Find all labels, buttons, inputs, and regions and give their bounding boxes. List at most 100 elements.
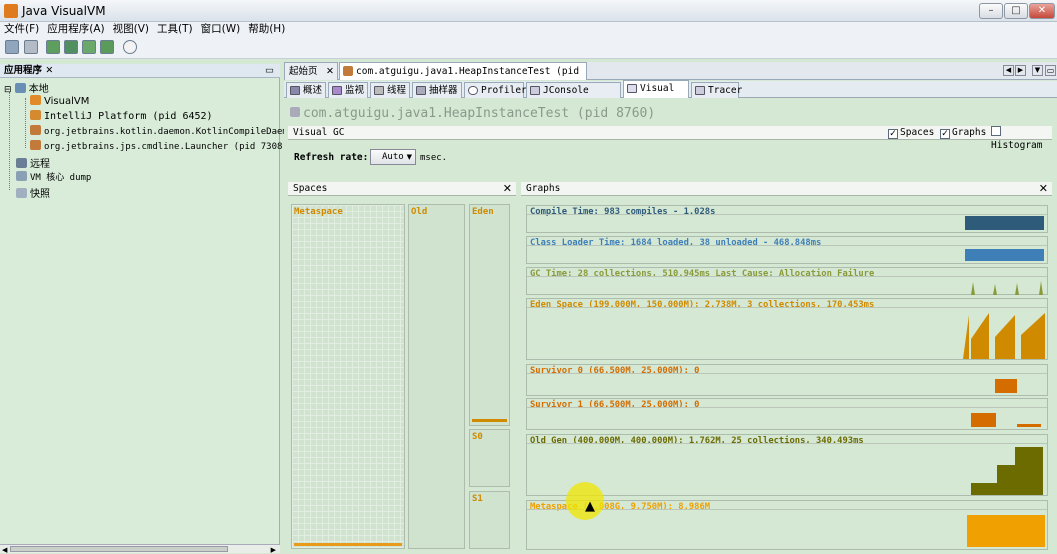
s0-label: S0 bbox=[472, 432, 483, 442]
survivor1-graph: Survivor 1 (66.500M, 25.000M): 0 bbox=[526, 398, 1048, 430]
tab-monitor[interactable]: 监视 bbox=[328, 82, 368, 98]
sampler-icon bbox=[416, 86, 426, 95]
metaspace-graph: Metaspace (1.008G, 9.750M): 8.986M bbox=[526, 500, 1048, 550]
scroll-thumb[interactable] bbox=[10, 546, 228, 552]
tree-coredump[interactable]: VM 核心 dump bbox=[16, 170, 91, 183]
profiler-icon bbox=[468, 86, 478, 95]
graphs-checkbox[interactable]: ✓ Graphs bbox=[940, 126, 986, 139]
tree-launcher[interactable]: org.jetbrains.jps.cmdline.Launcher (pid … bbox=[30, 140, 288, 152]
save-icon[interactable] bbox=[24, 40, 38, 54]
survivor0-bar bbox=[995, 379, 1017, 393]
class-loader-bar bbox=[965, 249, 1044, 261]
close-graphs-icon[interactable]: ✕ bbox=[1039, 182, 1048, 195]
graphs-panel-header: Graphs ✕ bbox=[521, 182, 1052, 196]
survivor0-graph: Survivor 0 (66.500M, 25.000M): 0 bbox=[526, 364, 1048, 396]
old-gen-graph: Old Gen (400.000M, 400.000M): 1.762M, 25… bbox=[526, 434, 1048, 496]
close-spaces-icon[interactable]: ✕ bbox=[503, 182, 512, 195]
tab-profiler[interactable]: Profiler bbox=[464, 82, 527, 98]
graph-area bbox=[527, 407, 1047, 429]
tab-overview[interactable]: 概述 bbox=[286, 82, 326, 98]
survivor1-bar-small bbox=[1017, 424, 1041, 427]
class-loader-graph: Class Loader Time: 1684 loaded, 38 unloa… bbox=[526, 236, 1048, 264]
tabs-left-icon[interactable]: ◀ bbox=[1003, 65, 1014, 76]
mouse-cursor-icon: ▲ bbox=[585, 499, 595, 514]
metaspace-usage-bar bbox=[294, 543, 402, 546]
compile-time-graph: Compile Time: 983 compiles - 1.028s bbox=[526, 205, 1048, 233]
left-horizontal-scrollbar[interactable]: ◀ ▶ bbox=[0, 544, 280, 554]
metaspace-label: Metaspace bbox=[294, 207, 343, 217]
tree-local[interactable]: ⊟ 本地 bbox=[4, 80, 49, 95]
snapshot-icon bbox=[16, 188, 27, 198]
tab-tracer[interactable]: Tracer bbox=[691, 82, 742, 98]
toolbar bbox=[0, 37, 1057, 59]
gc-time-spikes bbox=[971, 281, 1043, 295]
menu-help[interactable]: 帮助(H) bbox=[244, 22, 289, 36]
s1-label: S1 bbox=[472, 494, 483, 504]
tracer-icon bbox=[695, 86, 705, 95]
msec-label: msec. bbox=[420, 153, 448, 163]
tab-threads[interactable]: 线程 bbox=[370, 82, 410, 98]
tree-line bbox=[9, 92, 10, 190]
tabs-right-icon[interactable]: ▶ bbox=[1015, 65, 1026, 76]
close-window-button[interactable]: ✕ bbox=[1029, 3, 1055, 19]
heap-dump-icon[interactable] bbox=[123, 40, 137, 54]
tab-heapinstancetest[interactable]: com.atguigu.java1.HeapInstanceTest (pid … bbox=[339, 62, 587, 94]
maximize-editor-icon[interactable]: ▭ bbox=[1045, 65, 1056, 76]
process-icon bbox=[290, 107, 300, 117]
spaces-checkbox[interactable]: ✓ Spaces bbox=[888, 126, 934, 139]
eden-box: Eden bbox=[469, 204, 510, 426]
minimize-button[interactable]: – bbox=[979, 3, 1003, 19]
title-bar: Java VisualVM – □ ✕ bbox=[0, 0, 1057, 22]
threads-icon bbox=[374, 86, 384, 95]
metaspace-bar bbox=[967, 515, 1045, 547]
close-tab-icon[interactable]: ✕ bbox=[326, 63, 334, 80]
visual-gc-header: Visual GC ✓ Spaces ✓ Graphs Histogram bbox=[288, 126, 1052, 151]
jconsole-icon bbox=[530, 86, 540, 95]
remote-icon bbox=[16, 158, 27, 168]
survivor1-bar bbox=[971, 413, 996, 427]
close-panel-icon[interactable]: ✕ bbox=[45, 65, 53, 76]
menu-view[interactable]: 视图(V) bbox=[109, 22, 153, 36]
tree-snapshot[interactable]: 快照 bbox=[16, 185, 50, 200]
refresh-rate-label: Refresh rate: bbox=[294, 152, 369, 163]
minimize-panel-icon[interactable]: ▭ bbox=[265, 64, 274, 77]
eden-label: Eden bbox=[472, 207, 494, 217]
tab-visual-gc[interactable]: Visual GC bbox=[623, 80, 689, 109]
java-process-icon bbox=[30, 110, 41, 120]
java-process-icon bbox=[30, 125, 41, 135]
histogram-checkbox[interactable]: Histogram bbox=[991, 126, 1052, 152]
eden-usage-bar bbox=[472, 419, 507, 422]
survivor0-box: S0 bbox=[469, 429, 510, 487]
menu-tools[interactable]: 工具(T) bbox=[153, 22, 197, 36]
visualvm-icon bbox=[30, 95, 41, 105]
old-gen-box: Old bbox=[408, 204, 465, 549]
compile-time-bar bbox=[965, 216, 1044, 230]
refresh-rate-select[interactable]: Auto ▼ bbox=[370, 149, 416, 165]
page-title: com.atguigu.java1.HeapInstanceTest (pid … bbox=[290, 106, 655, 121]
gc-time-graph: GC Time: 28 collections, 510.945ms Last … bbox=[526, 267, 1048, 295]
tabs-dropdown-icon[interactable]: ▼ bbox=[1032, 65, 1043, 76]
tab-start-page[interactable]: 起始页 ✕ bbox=[284, 62, 338, 80]
add-jmx-icon[interactable] bbox=[46, 40, 60, 54]
visual-gc-icon bbox=[627, 84, 637, 93]
add-snapshot-icon[interactable] bbox=[82, 40, 96, 54]
tree-intellij[interactable]: IntelliJ Platform (pid 6452) bbox=[30, 110, 213, 122]
chevron-down-icon: ▼ bbox=[406, 153, 412, 161]
eden-space-graph: Eden Space (199.000M, 150.000M): 2.738M,… bbox=[526, 298, 1048, 360]
add-coredump-icon[interactable] bbox=[100, 40, 114, 54]
tree-remote[interactable]: 远程 bbox=[16, 155, 50, 170]
menu-application[interactable]: 应用程序(A) bbox=[43, 22, 108, 36]
add-host-icon[interactable] bbox=[64, 40, 78, 54]
applications-title: 应用程序 bbox=[4, 65, 43, 76]
load-icon[interactable] bbox=[5, 40, 19, 54]
old-label: Old bbox=[411, 207, 428, 217]
tree-visualvm[interactable]: VisualVM bbox=[30, 95, 89, 107]
menu-file[interactable]: 文件(F) bbox=[0, 22, 43, 36]
tab-jconsole-plugins[interactable]: JConsole Plugins bbox=[526, 82, 621, 111]
maximize-button[interactable]: □ bbox=[1004, 3, 1028, 19]
menu-bar: 文件(F) 应用程序(A) 视图(V) 工具(T) 窗口(W) 帮助(H) bbox=[0, 22, 1057, 37]
tree-kotlin-daemon[interactable]: org.jetbrains.kotlin.daemon.KotlinCompil… bbox=[30, 125, 315, 137]
menu-window[interactable]: 窗口(W) bbox=[197, 22, 245, 36]
tab-sampler[interactable]: 抽样器 bbox=[412, 82, 462, 98]
spaces-panel-header: Spaces ✕ bbox=[288, 182, 516, 196]
